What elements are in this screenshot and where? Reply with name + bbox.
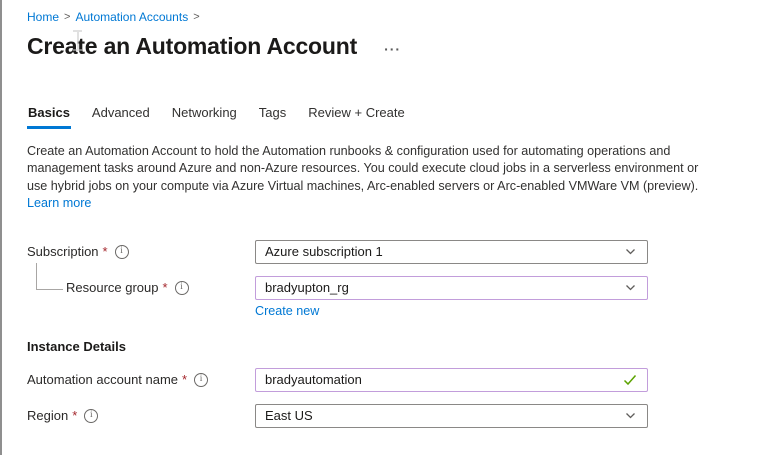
learn-more-link[interactable]: Learn more	[27, 195, 91, 212]
resource-group-dropdown[interactable]: bradyupton_rg	[255, 275, 648, 300]
resource-group-row: Resource group * i bradyupton_rg	[27, 275, 768, 300]
required-asterisk: *	[162, 280, 168, 296]
basics-form: Subscription * i Azure subscription 1 Re…	[27, 239, 768, 428]
blade-left-border	[0, 0, 2, 455]
more-options-icon[interactable]: ···	[384, 38, 401, 56]
valid-check-icon	[623, 374, 637, 386]
chevron-down-icon	[624, 281, 637, 294]
instance-details-heading: Instance Details	[27, 338, 126, 354]
info-icon[interactable]: i	[174, 280, 189, 295]
chevron-down-icon	[624, 245, 637, 258]
info-icon[interactable]: i	[114, 244, 129, 259]
breadcrumb-separator: >	[193, 11, 200, 23]
subscription-resource-group-connector	[36, 262, 63, 290]
description-line: Create an Automation Account to hold the…	[27, 144, 671, 158]
region-label: Region * i	[27, 408, 255, 423]
create-automation-account-blade: Home > Automation Accounts > Create an A…	[0, 0, 768, 469]
description-line: use hybrid jobs on your compute via Azur…	[27, 178, 699, 193]
required-asterisk: *	[182, 372, 188, 388]
required-asterisk: *	[102, 244, 108, 260]
resource-group-value: bradyupton_rg	[265, 280, 349, 296]
chevron-down-icon	[624, 409, 637, 422]
account-name-input[interactable]	[265, 372, 623, 388]
region-label-text: Region	[27, 408, 69, 424]
subscription-label-text: Subscription	[27, 244, 99, 260]
subscription-value: Azure subscription 1	[265, 244, 383, 260]
info-icon[interactable]: i	[84, 408, 99, 423]
subscription-dropdown[interactable]: Azure subscription 1	[255, 239, 648, 264]
blade-description: Create an Automation Account to hold the…	[27, 143, 768, 213]
subscription-row: Subscription * i Azure subscription 1	[27, 239, 768, 264]
breadcrumb: Home > Automation Accounts >	[27, 10, 768, 24]
tab-networking[interactable]: Networking	[171, 105, 238, 129]
tab-review-create[interactable]: Review + Create	[307, 105, 405, 129]
description-line: management tasks around Azure and non-Az…	[27, 161, 699, 176]
breadcrumb-home-link[interactable]: Home	[27, 10, 59, 24]
text-cursor-artifact	[73, 30, 82, 51]
tab-tags[interactable]: Tags	[258, 105, 287, 129]
required-asterisk: *	[72, 408, 78, 424]
breadcrumb-automation-accounts-link[interactable]: Automation Accounts	[75, 10, 188, 24]
account-name-field	[255, 367, 648, 392]
region-row: Region * i East US	[27, 403, 768, 428]
subscription-label: Subscription * i	[27, 244, 255, 259]
tab-advanced[interactable]: Advanced	[91, 105, 151, 129]
wizard-tabs: Basics Advanced Networking Tags Review +…	[27, 105, 768, 129]
info-icon[interactable]: i	[194, 372, 209, 387]
breadcrumb-separator: >	[64, 11, 71, 23]
tab-basics[interactable]: Basics	[27, 105, 71, 129]
create-new-resource-group-link[interactable]: Create new	[255, 304, 319, 318]
region-dropdown[interactable]: East US	[255, 403, 648, 428]
account-name-label: Automation account name * i	[27, 372, 255, 387]
account-name-label-text: Automation account name	[27, 372, 179, 388]
resource-group-label-text: Resource group	[66, 280, 159, 296]
account-name-row: Automation account name * i	[27, 367, 768, 392]
region-value: East US	[265, 408, 313, 424]
